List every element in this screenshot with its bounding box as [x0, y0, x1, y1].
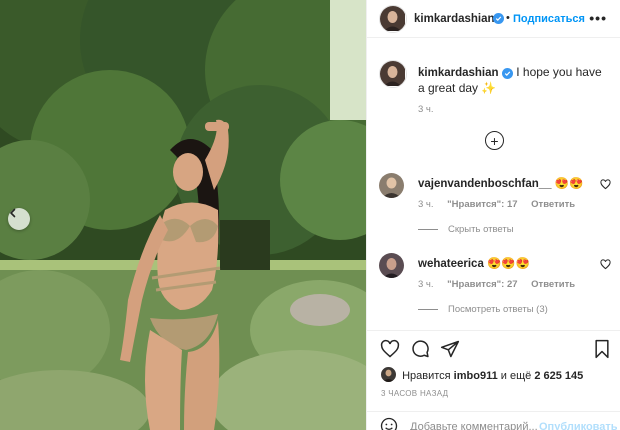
avatar-image [379, 173, 404, 198]
view-replies-button[interactable]: Посмотреть ответы (3) [418, 304, 548, 315]
reply-button[interactable]: Ответить [531, 279, 575, 290]
reply-button[interactable]: Ответить [531, 199, 575, 210]
liker-username[interactable]: imbo911 [454, 370, 498, 382]
post-side-panel: kimkardashian • Подписаться ••• kimkarda… [366, 0, 620, 430]
caption-body: kimkardashian I hope you have a great da… [418, 65, 608, 96]
verified-badge-icon [493, 13, 504, 24]
comment-likes[interactable]: "Нравится": 17 [447, 199, 517, 210]
comment-body: 😍😍😍 [487, 258, 531, 270]
plus-circle-icon: + [490, 132, 499, 149]
comment-text: vajenvandenboschfan__ 😍😍 [418, 176, 583, 190]
post-header: kimkardashian • Подписаться ••• [367, 0, 620, 38]
thread-divider [418, 228, 438, 230]
caption-username[interactable]: kimkardashian [418, 67, 499, 79]
post-timestamp[interactable]: 3 ЧАСОВ НАЗАД [381, 389, 448, 398]
hide-replies-button[interactable]: Скрыть ответы [418, 224, 514, 235]
load-more-comments-button[interactable]: + [485, 131, 504, 150]
avatar-image [380, 61, 405, 86]
comment-input[interactable]: Добавьте комментарий... [410, 421, 538, 430]
thread-toggle-label: Посмотреть ответы (3) [448, 304, 548, 315]
heart-icon[interactable] [380, 339, 400, 359]
post-photo[interactable] [0, 0, 366, 430]
header-username[interactable]: kimkardashian [414, 13, 495, 25]
follow-button[interactable]: Подписаться [513, 13, 585, 25]
comment-time[interactable]: 3 ч. [418, 199, 434, 210]
thread-toggle-label: Скрыть ответы [448, 224, 514, 235]
heart-icon[interactable] [600, 259, 611, 270]
verified-badge-icon [501, 68, 513, 79]
previous-photo-button[interactable] [8, 208, 30, 230]
comment-meta: 3 ч. "Нравится": 27 Ответить [418, 279, 586, 290]
paper-plane-icon[interactable] [440, 339, 460, 359]
publish-button[interactable]: Опубликовать [539, 421, 618, 430]
comment-username[interactable]: vajenvandenboschfan__ [418, 178, 552, 190]
comment-text: wehateerica 😍😍😍 [418, 256, 530, 270]
post-actions: Нравится imbo911 и ещё 2 625 145 3 ЧАСОВ… [367, 330, 620, 430]
comment-icon[interactable] [410, 339, 430, 359]
caption-avatar[interactable] [379, 60, 407, 88]
comment-username[interactable]: wehateerica [418, 258, 484, 270]
avatar-image [380, 6, 405, 31]
more-options-icon[interactable]: ••• [589, 11, 607, 25]
add-comment-bar: Добавьте комментарий... Опубликовать [367, 411, 620, 430]
comment-meta: 3 ч. "Нравится": 17 Ответить [418, 199, 586, 210]
comment-body: 😍😍 [554, 178, 584, 190]
comment-likes[interactable]: "Нравится": 27 [447, 279, 517, 290]
likes-mid: и ещё [500, 370, 532, 382]
likes-summary: Нравится imbo911 и ещё 2 625 145 [381, 367, 583, 382]
emoji-icon[interactable] [380, 417, 398, 430]
comment-avatar[interactable] [379, 173, 404, 198]
comment-time[interactable]: 3 ч. [418, 279, 434, 290]
avatar-image [379, 253, 404, 278]
bookmark-icon[interactable] [593, 339, 611, 359]
photo-illustration [0, 0, 366, 430]
instagram-post: kimkardashian • Подписаться ••• kimkarda… [0, 0, 620, 430]
likes-count[interactable]: 2 625 145 [534, 370, 583, 382]
thread-divider [418, 308, 438, 310]
heart-icon[interactable] [600, 179, 611, 190]
header-separator: • [506, 12, 510, 24]
caption-timestamp[interactable]: 3 ч. [418, 104, 434, 115]
likes-prefix: Нравится [402, 370, 451, 382]
chevron-left-icon [10, 208, 16, 218]
comment-avatar[interactable] [379, 253, 404, 278]
liker-avatar[interactable] [381, 367, 396, 382]
avatar[interactable] [379, 5, 407, 33]
avatar-image [381, 367, 396, 382]
